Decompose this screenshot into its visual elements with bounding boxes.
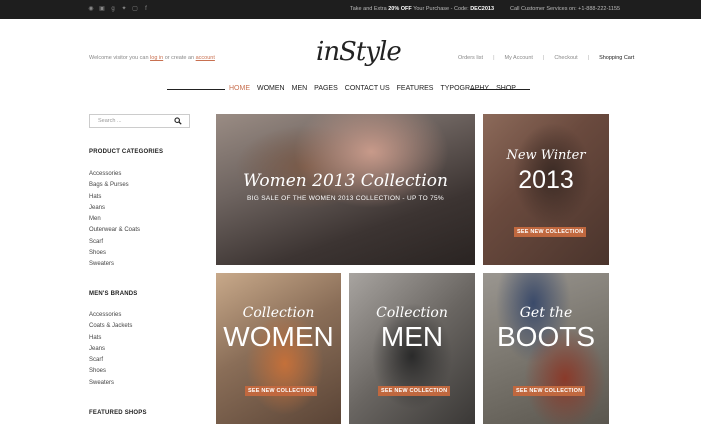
list-item[interactable]: Coats & Jackets <box>89 321 132 332</box>
welcome-prefix: Welcome visitor you can <box>89 55 149 61</box>
twitter-icon[interactable]: ✦ <box>121 6 127 12</box>
facebook-icon[interactable]: f <box>143 6 149 12</box>
search-input[interactable]: Search ... <box>89 114 190 128</box>
featured-shops-title: FEATURED SHOPS <box>89 410 147 416</box>
product-categories-title: PRODUCT CATEGORIES <box>89 149 164 155</box>
list-item[interactable]: Outerwear & Coats <box>89 225 140 236</box>
my-account-link[interactable]: My Account <box>505 55 533 61</box>
list-item[interactable]: Hats <box>89 333 132 344</box>
list-item[interactable]: Men <box>89 214 140 225</box>
nav-shop[interactable]: SHOP <box>496 85 516 92</box>
nav-men[interactable]: MEN <box>292 85 308 92</box>
promo-discount: 20% OFF <box>388 6 412 12</box>
login-link[interactable]: log in <box>150 55 163 61</box>
banner-subtitle: BIG SALE OF THE WOMEN 2013 COLLECTION - … <box>247 195 444 202</box>
list-item[interactable]: Jeans <box>89 344 132 355</box>
promo-middle: Your Purchase - Code: <box>413 6 469 12</box>
promo-prefix: Take and Extra <box>350 6 387 12</box>
banner-big-title: WOMEN <box>223 321 334 352</box>
top-bar: ◉ ▣ g ✦ ▢ f Take and Extra 20% OFF Your … <box>0 0 701 19</box>
main-nav: HOME WOMEN MEN PAGES CONTACT US FEATURES… <box>229 85 523 92</box>
mens-brands-list: Accessories Coats & Jackets Hats Jeans S… <box>89 310 132 389</box>
banner-new-winter[interactable]: New Winter 2013 SEE NEW COLLECTION <box>483 114 609 265</box>
banner-women-2013[interactable]: Women 2013 Collection BIG SALE OF THE WO… <box>216 114 475 265</box>
list-item[interactable]: Accessories <box>89 310 132 321</box>
separator: | <box>493 55 495 61</box>
create-account-link[interactable]: account <box>196 55 215 61</box>
social-icons: ◉ ▣ g ✦ ▢ f <box>88 6 149 12</box>
list-item[interactable]: Shoes <box>89 366 132 377</box>
google-plus-icon[interactable]: g <box>110 6 116 12</box>
see-new-collection-button[interactable]: SEE NEW COLLECTION <box>513 386 586 396</box>
checkout-link[interactable]: Checkout <box>554 55 577 61</box>
banner-script-title: Women 2013 Collection <box>243 171 448 191</box>
separator: | <box>587 55 590 61</box>
banner-big-title: 2013 <box>518 166 574 194</box>
banner-script-title: Collection <box>376 305 448 321</box>
promo-code: DEC2013 <box>470 6 495 12</box>
list-item[interactable]: Bags & Purses <box>89 180 140 191</box>
linkedin-icon[interactable]: ▣ <box>99 6 105 12</box>
welcome-message: Welcome visitor you can log in or create… <box>89 55 215 61</box>
banner-get-the-boots[interactable]: Get the BOOTS SEE NEW COLLECTION <box>483 273 609 424</box>
site-logo[interactable]: inStyle <box>316 37 402 67</box>
banner-big-title: BOOTS <box>496 321 595 352</box>
orders-list-link[interactable]: Orders list <box>458 55 483 61</box>
banner-collection-men[interactable]: Collection MEN SEE NEW COLLECTION <box>349 273 475 424</box>
list-item[interactable]: Scarf <box>89 355 132 366</box>
see-new-collection-button[interactable]: SEE NEW COLLECTION <box>514 227 587 237</box>
welcome-middle: or create an <box>164 55 195 61</box>
account-links: Orders list | My Account | Checkout | Sh… <box>458 55 644 61</box>
banner-script-title: Get the <box>519 305 573 321</box>
list-item[interactable]: Hats <box>89 192 140 203</box>
list-item[interactable]: Scarf <box>89 237 140 248</box>
separator: | <box>542 55 545 61</box>
instagram-icon[interactable]: ▢ <box>132 6 138 12</box>
promo-text: Take and Extra 20% OFF Your Purchase - C… <box>350 6 494 12</box>
see-new-collection-button[interactable]: SEE NEW COLLECTION <box>378 386 451 396</box>
customer-service-text: Call Customer Services on: +1-888-222-11… <box>510 6 621 12</box>
list-item[interactable]: Accessories <box>89 169 140 180</box>
list-item[interactable]: Sweaters <box>89 259 140 270</box>
mens-brands-title: MEN'S BRANDS <box>89 291 138 297</box>
nav-contact-us[interactable]: CONTACT US <box>345 85 390 92</box>
list-item[interactable]: Shoes <box>89 248 140 259</box>
shopping-cart-link[interactable]: Shopping Cart <box>599 55 634 61</box>
nav-features[interactable]: FEATURES <box>397 85 434 92</box>
list-item[interactable]: Sweaters <box>89 378 132 389</box>
banner-collection-women[interactable]: Collection WOMEN SEE NEW COLLECTION <box>216 273 341 424</box>
nav-divider-left <box>167 89 225 90</box>
rss-icon[interactable]: ◉ <box>88 6 94 12</box>
list-item[interactable]: Jeans <box>89 203 140 214</box>
banner-script-title: Collection <box>242 305 315 321</box>
banner-big-title: MEN <box>380 321 444 352</box>
banner-script-title: New Winter <box>506 148 586 163</box>
nav-home[interactable]: HOME <box>229 85 250 92</box>
search-icon[interactable] <box>174 117 182 125</box>
search-placeholder: Search ... <box>98 118 122 124</box>
nav-women[interactable]: WOMEN <box>257 85 285 92</box>
nav-typography[interactable]: TYPOGRAPHY <box>440 85 489 92</box>
see-new-collection-button[interactable]: SEE NEW COLLECTION <box>245 386 318 396</box>
product-categories-list: Accessories Bags & Purses Hats Jeans Men… <box>89 169 140 271</box>
nav-pages[interactable]: PAGES <box>314 85 338 92</box>
